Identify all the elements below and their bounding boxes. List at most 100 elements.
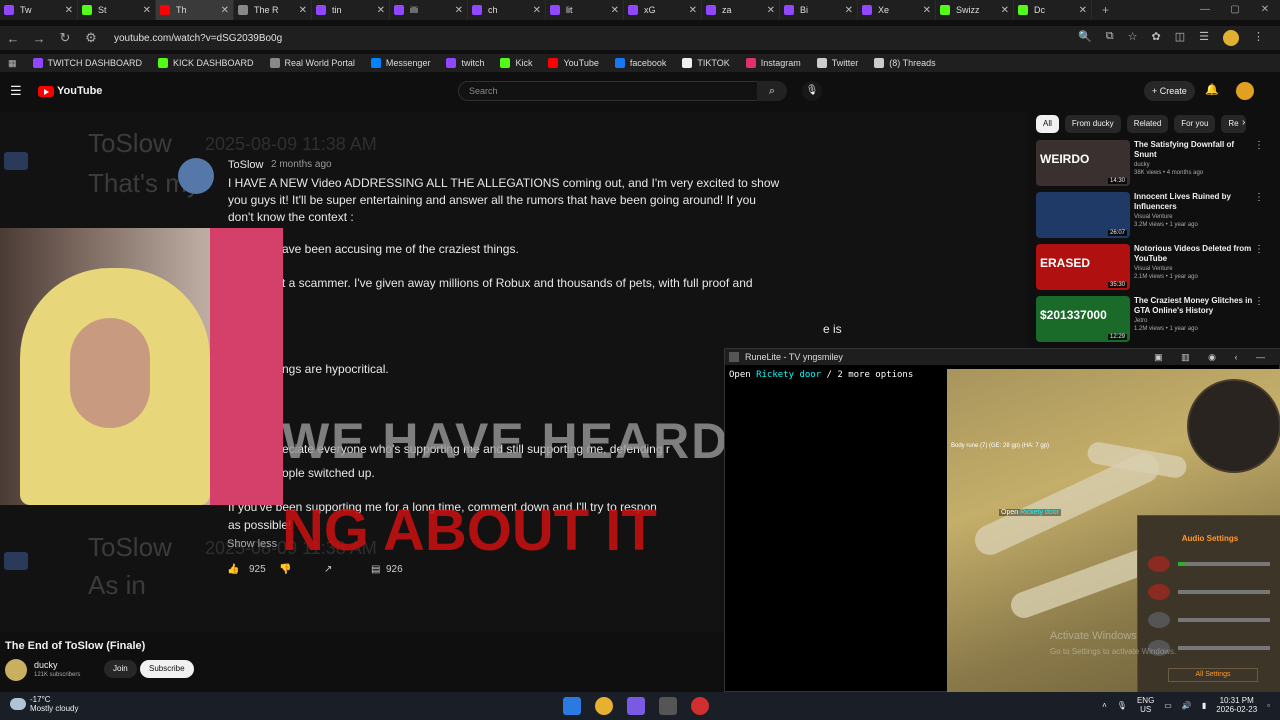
related-video-item[interactable]: 26:07 Innocent Lives Ruined by Influence… — [1036, 192, 1276, 240]
language-indicator[interactable]: ENG US — [1137, 696, 1154, 714]
tab-close-icon[interactable]: ✕ — [767, 5, 775, 16]
search-input[interactable]: Search — [458, 81, 758, 101]
maximize-icon[interactable]: ▢ — [1220, 0, 1250, 20]
mic-tray-icon[interactable]: 🎙 — [1117, 701, 1127, 710]
minimize-icon[interactable]: — — [1190, 0, 1220, 20]
related-video-item[interactable]: ERASED 35:30 Notorious Videos Deleted fr… — [1036, 244, 1276, 292]
bookmark-item[interactable]: twitch — [446, 58, 484, 68]
notification-icon[interactable]: ▫ — [1267, 701, 1270, 710]
zoom-icon[interactable]: 🔍 — [1078, 30, 1092, 46]
cast-icon[interactable]: ⧉ — [1106, 30, 1114, 46]
bookmark-item[interactable]: Kick — [500, 58, 532, 68]
video-title[interactable]: The Satisfying Downfall of Snunt — [1134, 140, 1256, 160]
apps-icon[interactable]: ▦ — [8, 58, 17, 69]
minimap[interactable] — [1187, 379, 1280, 473]
clock[interactable]: 10:31 PM 2026-02-23 — [1216, 696, 1257, 714]
kebab-icon[interactable]: ⋮ — [1254, 140, 1264, 151]
bookmark-item[interactable]: Messenger — [370, 58, 430, 68]
video-thumbnail[interactable]: $201337000 12:29 — [1036, 296, 1130, 342]
browser-tab[interactable]: Bi ✕ — [780, 0, 858, 20]
tab-close-icon[interactable]: ✕ — [65, 5, 73, 16]
join-button[interactable]: Join — [104, 660, 137, 678]
tab-close-icon[interactable]: ✕ — [611, 5, 619, 16]
video-title[interactable]: The Craziest Money Glitches in GTA Onlin… — [1134, 296, 1256, 316]
reload-icon[interactable]: ↻ — [52, 30, 78, 46]
tab-close-icon[interactable]: ✕ — [533, 5, 541, 16]
filter-chip[interactable]: For you — [1174, 115, 1216, 133]
video-title[interactable]: Notorious Videos Deleted from YouTube — [1134, 244, 1256, 264]
kebab-icon[interactable]: ⋮ — [1254, 192, 1264, 203]
puzzle-icon[interactable]: ◫ — [1175, 30, 1185, 46]
related-video-item[interactable]: WEIRDO 14:30 The Satisfying Downfall of … — [1036, 140, 1276, 188]
close-icon[interactable]: ✕ — [1250, 0, 1280, 20]
browser-tab[interactable]: St ✕ — [78, 0, 156, 20]
weather-widget[interactable]: -17°C Mostly cloudy — [10, 695, 78, 713]
tab-close-icon[interactable]: ✕ — [221, 5, 229, 16]
tab-close-icon[interactable]: ✕ — [923, 5, 931, 16]
browser-tab[interactable]: ch ✕ — [468, 0, 546, 20]
network-icon[interactable]: ▭ — [1164, 701, 1172, 710]
bookmark-item[interactable]: Real World Portal — [269, 58, 355, 68]
runelite-window-controls[interactable]: ▣ ▥ ◉ ‹ — — [1154, 349, 1273, 365]
channel-name[interactable]: Visual Venture — [1134, 266, 1173, 272]
profile-avatar[interactable] — [1223, 30, 1239, 46]
bookmark-item[interactable]: facebook — [614, 58, 666, 68]
forward-icon[interactable]: → — [26, 31, 52, 46]
browser-tab[interactable]: Th ✕ — [156, 0, 234, 20]
filter-chip[interactable]: All — [1036, 115, 1059, 133]
kebab-icon[interactable]: ⋮ — [1254, 244, 1264, 255]
runelite-window[interactable]: RuneLite - TV yngsmiley ▣ ▥ ◉ ‹ — Open R… — [724, 348, 1280, 693]
chrome-icon[interactable] — [595, 697, 613, 715]
search-button[interactable]: ⌕ — [757, 81, 787, 101]
filter-chip[interactable]: Related — [1126, 115, 1169, 133]
bookmark-item[interactable]: (8) Threads — [874, 58, 936, 68]
channel-avatar[interactable] — [5, 659, 27, 681]
master-volume-slider[interactable] — [1178, 646, 1270, 650]
channel-name[interactable]: Visual Venture — [1134, 214, 1173, 220]
related-video-item[interactable]: $201337000 12:29 The Craziest Money Glit… — [1036, 296, 1276, 344]
mic-button[interactable]: 🎙 — [802, 81, 822, 101]
avatar[interactable] — [1236, 82, 1254, 100]
menu-icon[interactable]: ☰ — [1199, 30, 1209, 46]
battery-icon[interactable]: ▮ — [1202, 701, 1206, 710]
channel-name[interactable]: ducky — [34, 660, 58, 670]
browser-tab[interactable]: xG ✕ — [624, 0, 702, 20]
tab-close-icon[interactable]: ✕ — [143, 5, 151, 16]
bell-icon[interactable]: 🔔 — [1205, 83, 1219, 96]
video-thumbnail[interactable]: WEIRDO 14:30 — [1036, 140, 1130, 186]
area-sound-slider[interactable] — [1178, 618, 1270, 622]
site-info-icon[interactable]: ⚙ — [78, 30, 104, 46]
tab-close-icon[interactable]: ✕ — [689, 5, 697, 16]
video-title[interactable]: Innocent Lives Ruined by Influencers — [1134, 192, 1256, 212]
tab-close-icon[interactable]: ✕ — [299, 5, 307, 16]
extension-icon[interactable]: ✿ — [1152, 30, 1161, 46]
sound-effects-slider[interactable] — [1178, 590, 1270, 594]
subscribe-button[interactable]: Subscribe — [140, 660, 194, 678]
browser-tab[interactable]: Xe ✕ — [858, 0, 936, 20]
create-button[interactable]: + Create — [1144, 81, 1195, 101]
kebab-icon[interactable]: ⋮ — [1254, 296, 1264, 307]
area-sound-icon[interactable] — [1148, 612, 1170, 628]
chevron-right-icon[interactable]: › — [1242, 117, 1245, 128]
windows-start-icon[interactable] — [563, 697, 581, 715]
video-thumbnail[interactable]: ERASED 35:30 — [1036, 244, 1130, 290]
bookmark-item[interactable]: TIKTOK — [682, 58, 730, 68]
youtube-logo[interactable]: YouTube — [38, 85, 102, 97]
channel-name[interactable]: Jetro — [1134, 318, 1147, 324]
browser-tab[interactable]: lit ✕ — [546, 0, 624, 20]
music-icon[interactable] — [1148, 556, 1170, 572]
browser-tab[interactable]: za ✕ — [702, 0, 780, 20]
discord-icon[interactable] — [627, 697, 645, 715]
all-settings-button[interactable]: All Settings — [1168, 668, 1258, 682]
tab-close-icon[interactable]: ✕ — [845, 5, 853, 16]
bookmark-item[interactable]: YouTube — [548, 58, 599, 68]
bookmark-item[interactable]: Twitter — [816, 58, 858, 68]
new-tab-icon[interactable]: + — [1102, 3, 1109, 17]
runelite-taskbar-icon[interactable] — [659, 697, 677, 715]
chevron-up-icon[interactable]: ˄ — [1102, 701, 1107, 710]
url-field[interactable]: youtube.com/watch?v=dSG2039Bo0g — [114, 33, 282, 44]
bookmark-item[interactable]: Instagram — [745, 58, 801, 68]
back-icon[interactable]: ← — [0, 31, 26, 46]
browser-tab[interactable]: Swizz ✕ — [936, 0, 1014, 20]
video-thumbnail[interactable]: 26:07 — [1036, 192, 1130, 238]
